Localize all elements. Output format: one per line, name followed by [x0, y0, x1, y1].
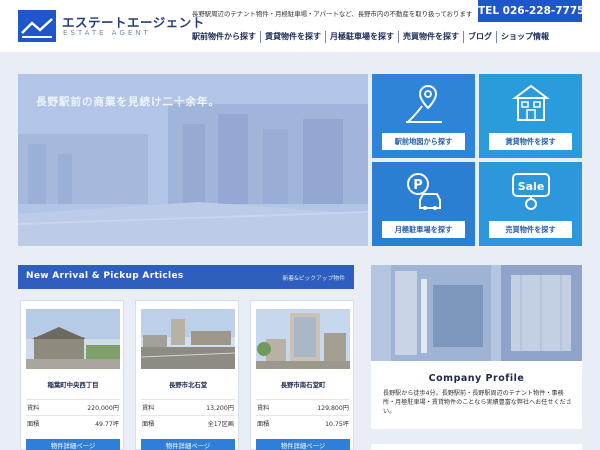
nav-item-rental[interactable]: 賃貸物件を探す	[261, 31, 326, 43]
property-name: 長野市南石堂町	[280, 381, 326, 389]
area-label: 面積	[142, 421, 155, 428]
area-row: 面積 全17区画	[141, 415, 235, 429]
tile-parking[interactable]: P 月極駐車場を探す	[372, 162, 475, 246]
arrival-title: New Arrival & Pickup Articles	[26, 271, 184, 281]
site-tagline: 長野駅周辺のテナント物件・月極駐車場・アパートなど、長野市内の不動産を取り扱って…	[192, 10, 473, 18]
tile-sale[interactable]: Sale 売買物件を探す	[479, 162, 582, 246]
property-photo	[256, 309, 350, 369]
hero-caption: 長野駅前の商業を見続け二十余年。	[36, 96, 220, 108]
site-logo[interactable]: エステートエージェント ESTATE AGENT	[18, 10, 204, 42]
logo-text-en: ESTATE AGENT	[63, 29, 151, 37]
property-photo	[141, 309, 235, 369]
rent-row: 賃料 13,200円	[141, 399, 235, 413]
property-detail-button[interactable]: 物件詳細ページ	[26, 439, 120, 450]
site-header: エステートエージェント ESTATE AGENT 長野駅周辺のテナント物件・月極…	[0, 0, 600, 52]
arrival-section-header: New Arrival & Pickup Articles 新着&ピックアップ物…	[18, 265, 354, 289]
hero-banner: 長野駅前の商業を見続け二十余年。	[18, 74, 368, 246]
property-name: 長野市北石堂	[168, 381, 208, 389]
area-row: 面積 10.75坪	[256, 415, 350, 429]
company-profile[interactable]: Company Profile 長野駅から徒歩4分。長野駅前・長野駅周辺のテナン…	[371, 265, 582, 429]
area-value: 10.75坪	[325, 421, 349, 428]
property-detail-button[interactable]: 物件詳細ページ	[256, 439, 350, 450]
tile-sale-label: 売買物件を探す	[489, 221, 572, 238]
sale-tag-icon: Sale	[512, 173, 550, 210]
map-pin-icon	[406, 84, 442, 123]
svg-text:P: P	[413, 178, 423, 193]
rent-label: 賃料	[27, 405, 40, 412]
nav-item-shop[interactable]: ショップ情報	[497, 31, 553, 43]
svg-text:Sale: Sale	[518, 180, 545, 193]
rent-row: 賃料 129,800円	[256, 399, 350, 413]
search-tiles: 駅前地図から探す 賃貸物件を探す P 月極駐車場を探す Sale 売買物件を探す	[372, 74, 582, 246]
logo-mark-icon	[18, 10, 56, 42]
tile-station-map-label: 駅前地図から探す	[382, 133, 465, 150]
area-value: 49.77坪	[95, 421, 119, 428]
house-icon	[512, 84, 550, 121]
rent-value: 129,800円	[317, 405, 349, 412]
rent-label: 賃料	[257, 405, 270, 412]
next-panel	[371, 444, 582, 450]
tile-rental[interactable]: 賃貸物件を探す	[479, 74, 582, 158]
company-title: Company Profile	[428, 373, 525, 384]
rent-value: 13,200円	[206, 405, 234, 412]
company-building-photo	[371, 265, 582, 361]
nav-item-parking[interactable]: 月極駐車場を探す	[326, 31, 399, 43]
arrival-subtitle: 新着&ピックアップ物件	[282, 276, 346, 282]
rent-label: 賃料	[142, 405, 155, 412]
tile-rental-label: 賃貸物件を探す	[489, 133, 572, 150]
property-card[interactable]: 長野市南石堂町 賃料 129,800円 面積 10.75坪 物件詳細ページ	[250, 300, 354, 450]
property-detail-button[interactable]: 物件詳細ページ	[141, 439, 235, 450]
nav-item-blog[interactable]: ブログ	[464, 31, 497, 43]
area-label: 面積	[257, 421, 270, 428]
area-row: 面積 49.77坪	[26, 415, 120, 429]
property-name: 稲葉町中央西丁目	[47, 381, 99, 389]
nav-item-sale[interactable]: 売買物件を探す	[399, 31, 464, 43]
property-photo	[26, 309, 120, 369]
parking-car-icon: P	[407, 173, 441, 210]
property-card[interactable]: 長野市北石堂 賃料 13,200円 面積 全17区画 物件詳細ページ	[135, 300, 239, 450]
nav-item-station[interactable]: 駅前物件から探す	[188, 31, 261, 43]
global-nav: 駅前物件から探す 賃貸物件を探す 月極駐車場を探す 売買物件を探す ブログ ショ…	[188, 31, 553, 43]
tile-station-map[interactable]: 駅前地図から探す	[372, 74, 475, 158]
property-card[interactable]: 稲葉町中央西丁目 賃料 220,000円 面積 49.77坪 物件詳細ページ	[20, 300, 124, 450]
rent-row: 賃料 220,000円	[26, 399, 120, 413]
area-value: 全17区画	[207, 421, 234, 428]
tile-parking-label: 月極駐車場を探す	[382, 221, 465, 238]
tel-button[interactable]: TEL 026-228-7775	[478, 0, 584, 22]
area-label: 面積	[27, 421, 40, 428]
company-description: 長野駅から徒歩4分。長野駅前・長野駅周辺のテナント物件・事務所・月極駐車場・賃貸…	[383, 390, 572, 415]
rent-value: 220,000円	[87, 405, 119, 412]
